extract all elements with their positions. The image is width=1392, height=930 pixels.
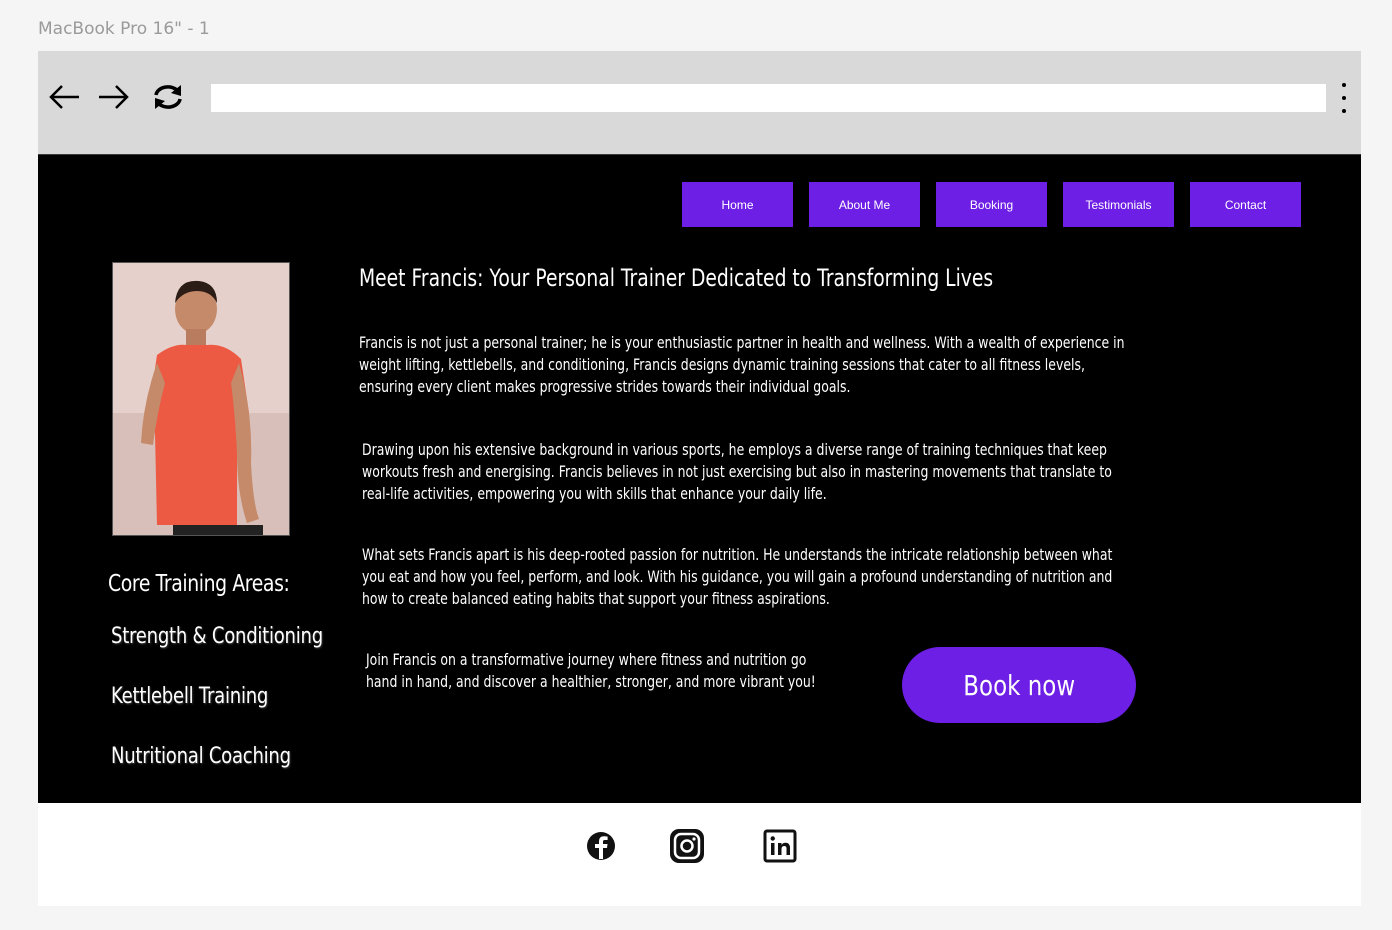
bio-paragraph-4: Join Francis on a transformative journey…	[366, 650, 816, 691]
refresh-icon[interactable]	[151, 82, 185, 112]
core-item-nutrition: Nutritional Coaching	[111, 744, 291, 769]
address-bar[interactable]	[211, 84, 1326, 112]
kebab-menu-icon[interactable]	[1336, 81, 1352, 115]
core-item-kettlebell: Kettlebell Training	[111, 684, 269, 709]
bio-paragraph-1: Francis is not just a personal trainer; …	[359, 333, 1125, 396]
website-page: Home About Me Booking Testimonials Conta…	[38, 154, 1361, 803]
book-now-button[interactable]: Book now	[902, 647, 1136, 723]
frame-label: MacBook Pro 16" - 1	[38, 19, 210, 39]
bio-paragraph-2: Drawing upon his extensive background in…	[362, 440, 1112, 503]
bio-paragraph-3: What sets Francis apart is his deep-root…	[362, 545, 1113, 608]
footer	[38, 803, 1361, 906]
linkedin-icon[interactable]	[762, 828, 798, 864]
page-headline: Meet Francis: Your Personal Trainer Dedi…	[359, 264, 994, 292]
nav-about-me-button[interactable]: About Me	[809, 182, 920, 227]
book-now-label: Book now	[963, 668, 1075, 702]
core-training-title: Core Training Areas:	[108, 571, 290, 597]
trainer-photo	[112, 262, 290, 536]
core-item-strength: Strength & Conditioning	[111, 624, 323, 649]
nav-contact-button[interactable]: Contact	[1190, 182, 1301, 227]
nav-home-button[interactable]: Home	[682, 182, 793, 227]
nav-testimonials-button[interactable]: Testimonials	[1063, 182, 1174, 227]
facebook-icon[interactable]	[583, 828, 619, 864]
nav-booking-button[interactable]: Booking	[936, 182, 1047, 227]
back-arrow-icon[interactable]	[48, 82, 82, 112]
instagram-icon[interactable]	[669, 828, 705, 864]
forward-arrow-icon[interactable]	[96, 82, 130, 112]
